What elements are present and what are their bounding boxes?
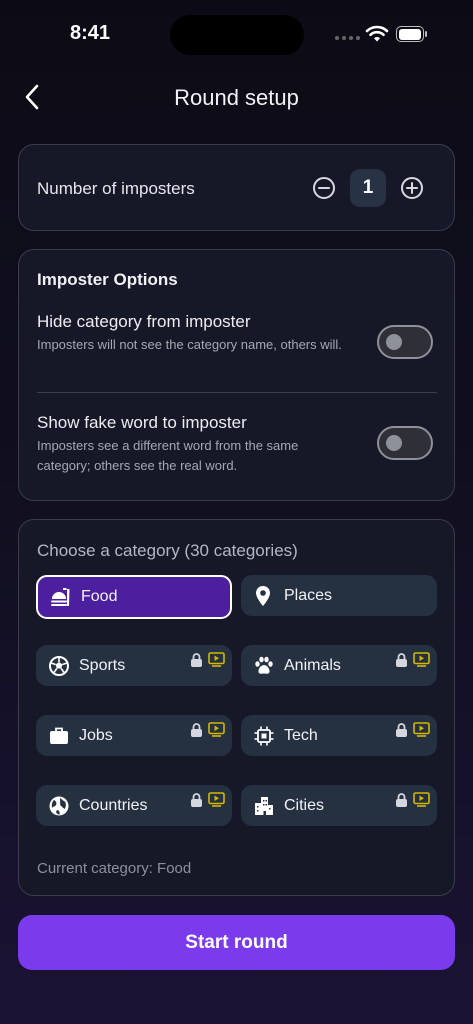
paw-icon	[253, 655, 275, 677]
buildings-icon	[253, 795, 275, 817]
briefcase-icon	[48, 725, 70, 747]
video-ad-icon	[208, 792, 225, 807]
category-label: Sports	[79, 656, 126, 674]
category-label: Cities	[284, 796, 325, 814]
lock-icon	[396, 793, 407, 807]
start-round-button[interactable]: Start round	[18, 915, 455, 970]
category-chip-cities[interactable]: Cities	[241, 785, 437, 826]
status-bar: 8:41	[0, 0, 473, 70]
lock-icon	[191, 723, 202, 737]
lock-icon	[191, 653, 202, 667]
imposter-options-card: Imposter Options Hide category from impo…	[18, 249, 455, 501]
video-ad-icon	[208, 722, 225, 737]
options-heading: Imposter Options	[37, 270, 178, 289]
page-title: Round setup	[174, 85, 299, 110]
lock-icon	[191, 793, 202, 807]
wifi-icon	[365, 25, 389, 42]
imposter-count-card: Number of imposters 1	[18, 144, 455, 231]
category-chip-countries[interactable]: Countries	[36, 785, 232, 826]
cellular-signal-icon	[335, 36, 360, 40]
category-label: Places	[284, 586, 333, 604]
category-label: Tech	[284, 726, 318, 744]
category-label: Countries	[79, 796, 148, 814]
category-chip-tech[interactable]: Tech	[241, 715, 437, 756]
battery-icon	[396, 26, 428, 42]
category-chip-food[interactable]: Food	[36, 575, 232, 619]
video-ad-icon	[413, 652, 430, 667]
chip-icon	[253, 725, 275, 747]
video-ad-icon	[413, 722, 430, 737]
food-icon	[50, 586, 72, 608]
hide-category-title: Hide category from imposter	[37, 312, 251, 331]
decrement-button[interactable]	[312, 176, 336, 200]
category-heading: Choose a category (30 categories)	[37, 541, 298, 560]
lock-icon	[396, 723, 407, 737]
category-chip-animals[interactable]: Animals	[241, 645, 437, 686]
imposter-count-label: Number of imposters	[37, 179, 195, 198]
video-ad-icon	[413, 792, 430, 807]
dynamic-island	[170, 15, 304, 55]
fake-word-toggle[interactable]	[377, 426, 433, 460]
location-pin-icon	[253, 585, 273, 607]
imposter-count-value: 1	[350, 169, 386, 207]
category-label: Food	[81, 588, 118, 605]
globe-icon	[48, 795, 70, 817]
category-chip-jobs[interactable]: Jobs	[36, 715, 232, 756]
category-chip-places[interactable]: Places	[241, 575, 437, 616]
category-card: Choose a category (30 categories) Food P…	[18, 519, 455, 896]
toggle-knob	[386, 435, 402, 451]
options-divider	[37, 392, 437, 393]
hide-category-description: Imposters will not see the category name…	[37, 337, 342, 352]
hide-category-toggle[interactable]	[377, 325, 433, 359]
soccer-ball-icon	[48, 655, 70, 677]
toggle-knob	[386, 334, 402, 350]
lock-icon	[396, 653, 407, 667]
video-ad-icon	[208, 652, 225, 667]
status-time: 8:41	[70, 22, 111, 44]
increment-button[interactable]	[400, 176, 424, 200]
fake-word-description: Imposters see a different word from the …	[37, 438, 299, 473]
category-label: Jobs	[79, 726, 113, 744]
current-category-text: Current category: Food	[37, 860, 192, 877]
category-label: Animals	[284, 656, 341, 674]
fake-word-title: Show fake word to imposter	[37, 413, 247, 432]
category-chip-sports[interactable]: Sports	[36, 645, 232, 686]
